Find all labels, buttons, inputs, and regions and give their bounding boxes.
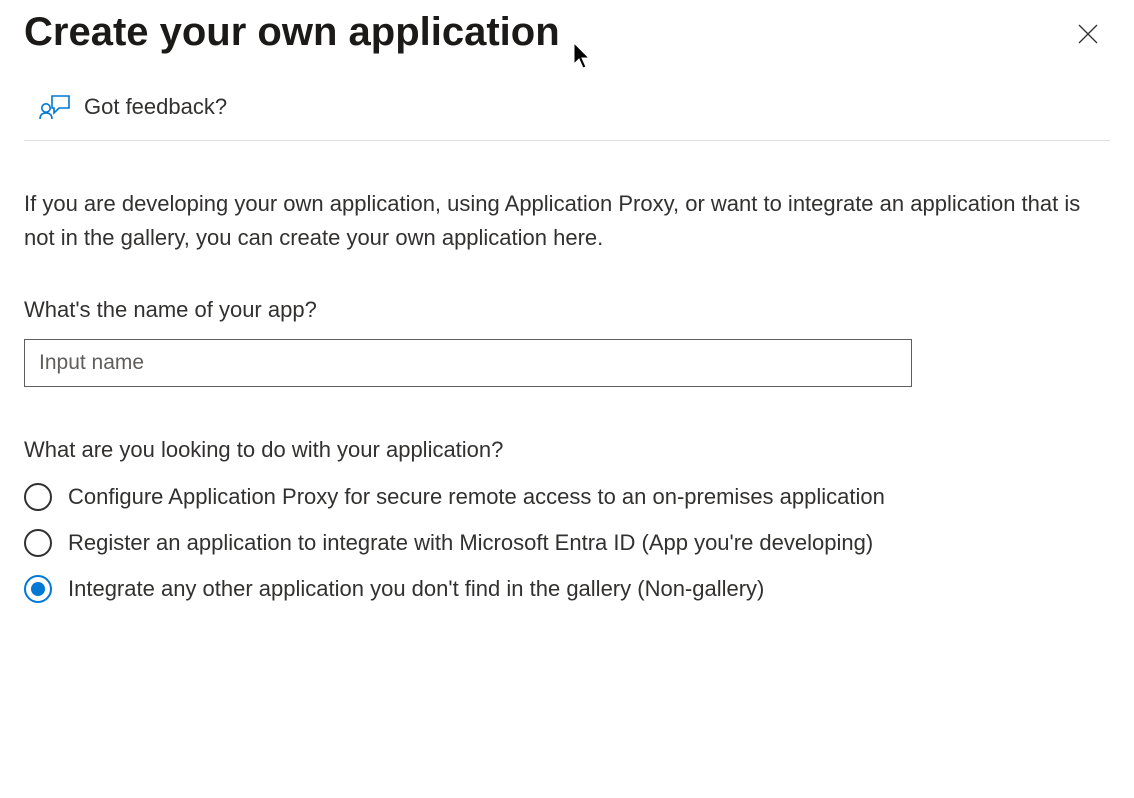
radio-circle	[24, 529, 52, 557]
feedback-link[interactable]: Got feedback?	[24, 56, 1110, 141]
radio-option-app-proxy[interactable]: Configure Application Proxy for secure r…	[24, 483, 1110, 511]
app-name-input[interactable]	[24, 339, 912, 387]
panel-description: If you are developing your own applicati…	[24, 141, 1110, 255]
purpose-label: What are you looking to do with your app…	[24, 437, 1110, 463]
close-button[interactable]	[1070, 16, 1106, 52]
radio-option-label: Configure Application Proxy for secure r…	[68, 484, 885, 510]
radio-circle	[24, 483, 52, 511]
close-icon	[1076, 22, 1100, 46]
purpose-radio-group: Configure Application Proxy for secure r…	[24, 483, 1110, 603]
app-name-label: What's the name of your app?	[24, 297, 1110, 323]
radio-option-non-gallery[interactable]: Integrate any other application you don'…	[24, 575, 1110, 603]
radio-option-register-app[interactable]: Register an application to integrate wit…	[24, 529, 1110, 557]
radio-option-label: Integrate any other application you don'…	[68, 576, 764, 602]
feedback-label: Got feedback?	[84, 94, 227, 120]
radio-option-label: Register an application to integrate wit…	[68, 530, 873, 556]
radio-circle-selected	[24, 575, 52, 603]
feedback-icon	[38, 92, 72, 122]
panel-title: Create your own application	[24, 8, 560, 56]
